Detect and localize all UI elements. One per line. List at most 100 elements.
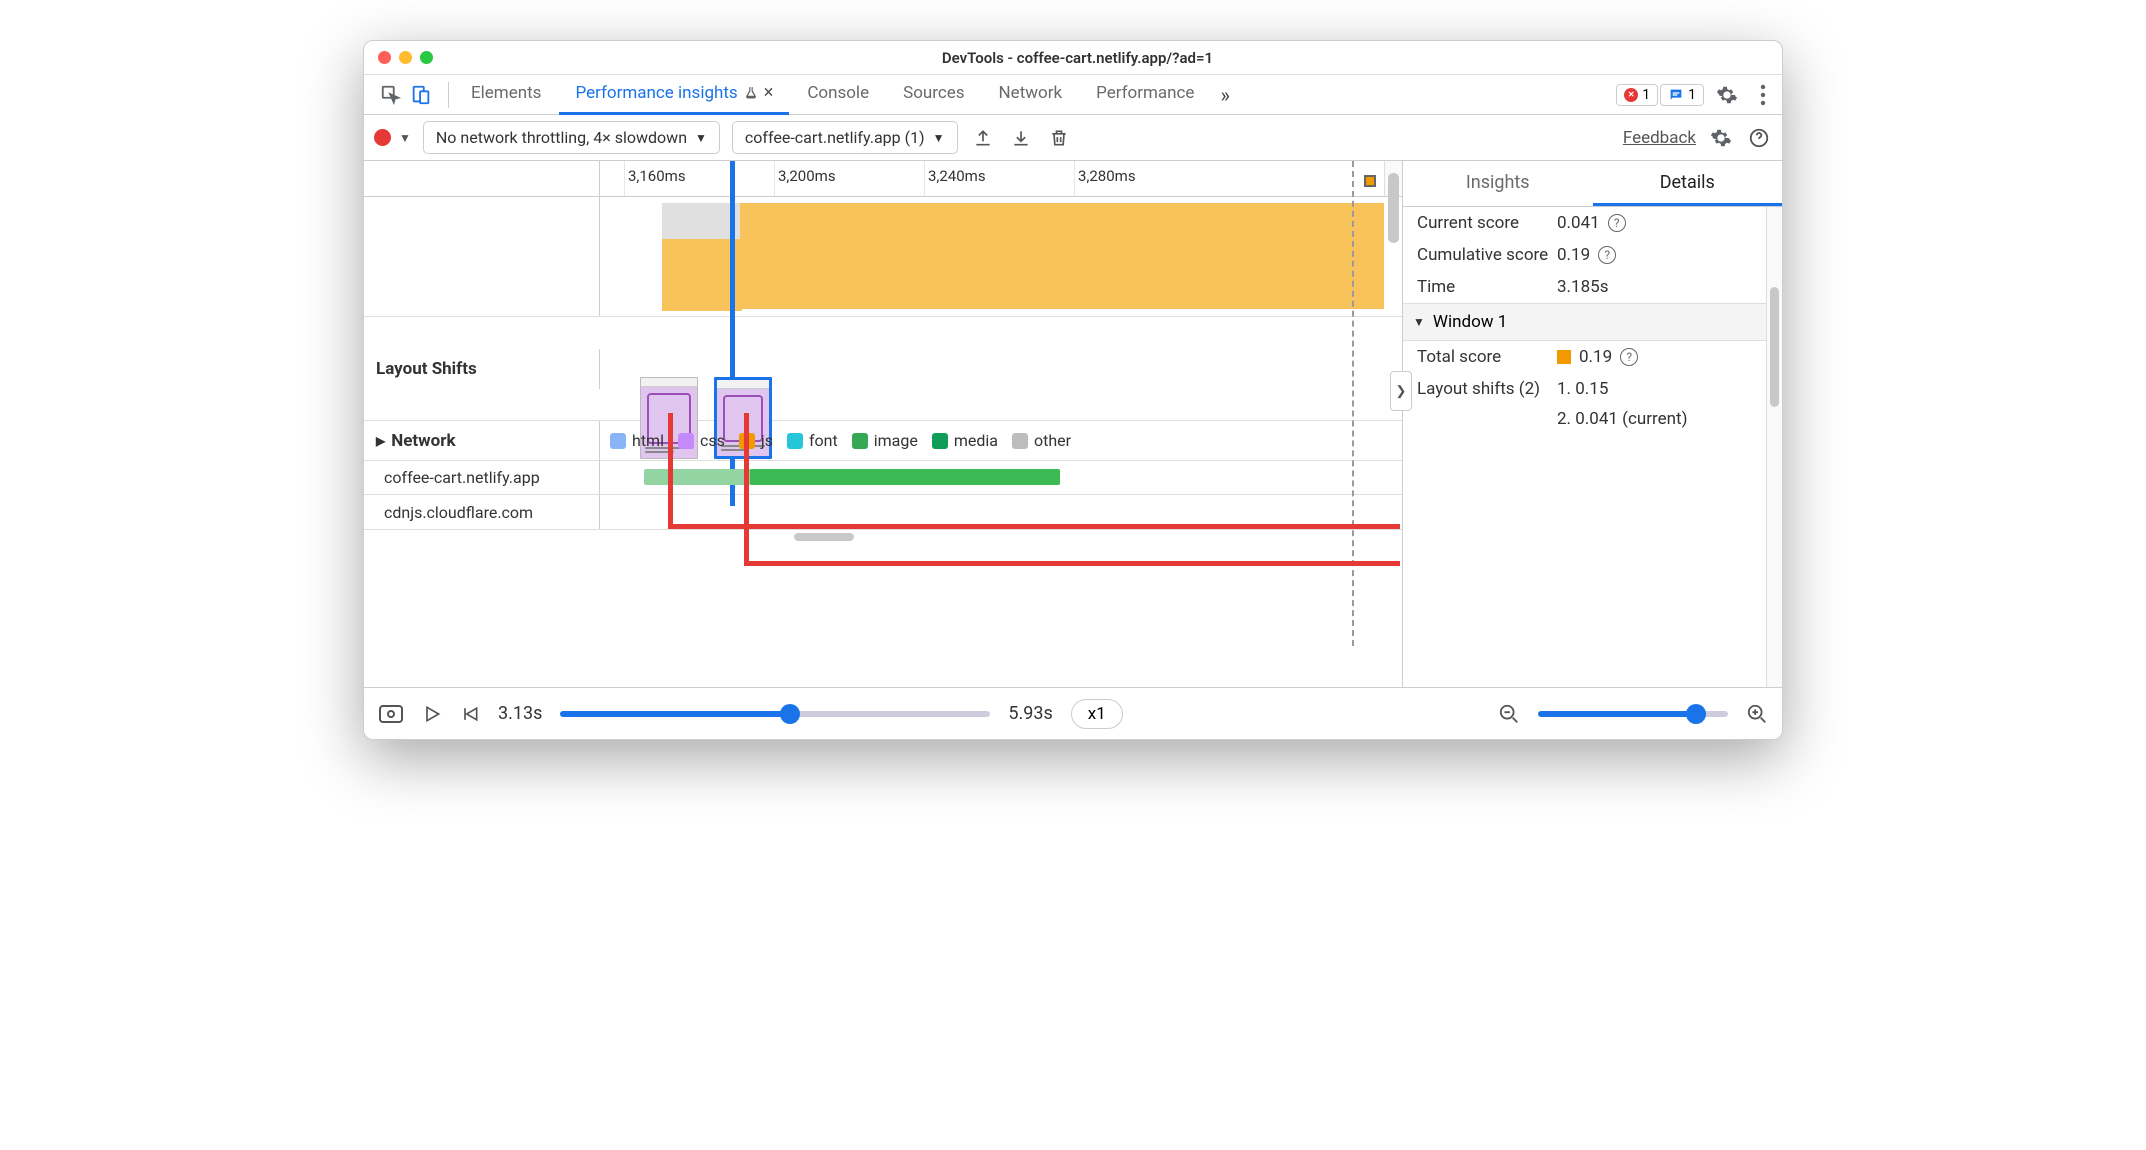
request-bar[interactable] [644,469,754,485]
timeline-pane: 3,160ms 3,200ms 3,240ms 3,280ms [364,161,1402,687]
device-toggle-icon[interactable] [408,82,434,108]
window-minimize[interactable] [399,51,412,64]
preview-icon[interactable] [378,703,404,725]
collapse-icon: ▼ [1413,315,1425,329]
zoom-slider[interactable] [1538,711,1728,717]
throttling-select[interactable]: No network throttling, 4× slowdown ▼ [423,121,720,154]
range-end-line [1352,161,1354,646]
timeline-ruler[interactable]: 3,160ms 3,200ms 3,240ms 3,280ms [364,161,1402,197]
devtools-window: DevTools - coffee-cart.netlify.app/?ad=1… [363,40,1783,740]
horizontal-scrollbar[interactable] [364,529,1402,543]
pane-toggle[interactable]: ❯ [1390,371,1412,411]
ruler-tick-label: 3,160ms [628,167,686,185]
tab-performance[interactable]: Performance [1080,75,1210,115]
tab-console-label: Console [807,73,869,113]
seek-start-button[interactable] [460,704,480,724]
tab-console[interactable]: Console [791,75,885,115]
import-icon[interactable] [1008,125,1034,151]
chevron-down-icon: ▼ [933,131,945,145]
experiment-icon [744,86,758,100]
legend-js: js [761,431,773,450]
request-bar[interactable] [750,469,1060,485]
time-end: 5.93s [1008,703,1052,724]
network-row-1: coffee-cart.netlify.app [364,461,1402,495]
legend-swatch-font [787,433,803,449]
tab-details[interactable]: Details [1593,161,1783,206]
shift-item-1[interactable]: 1. 0.15 [1557,379,1608,399]
chevron-down-icon: ▼ [695,131,707,145]
inspect-icon[interactable] [378,82,404,108]
legend-css: css [700,431,725,450]
vertical-scrollbar[interactable] [1384,161,1402,196]
export-icon[interactable] [970,125,996,151]
ruler-tick-label: 3,240ms [928,167,986,185]
legend-html: html [632,431,664,450]
recording-select[interactable]: coffee-cart.netlify.app (1) ▼ [732,121,958,154]
window-section[interactable]: ▼ Window 1 [1403,303,1782,341]
track-main [364,197,1402,317]
speed-button[interactable]: x1 [1071,699,1123,729]
devtools-tabs: Elements Performance insights × Console … [364,75,1782,115]
details-pane: ❯ Insights Details Current score 0.041? … [1402,161,1782,687]
help-icon[interactable]: ? [1620,348,1638,366]
panel-settings-icon[interactable] [1708,125,1734,151]
shifts-label: Layout shifts (2) [1417,379,1557,399]
help-icon[interactable]: ? [1608,214,1626,232]
timeline-marker[interactable] [1364,175,1376,187]
time-label: Time [1417,277,1557,297]
window-close[interactable] [378,51,391,64]
settings-icon[interactable] [1706,84,1748,106]
kebab-menu-icon[interactable] [1750,84,1776,106]
expand-icon[interactable]: ▶ [376,434,385,448]
shift-item-2[interactable]: 2. 0.041 (current) [1557,409,1688,429]
current-score-value: 0.041 [1557,213,1600,233]
layout-shifts-label: Layout Shifts [364,349,600,389]
delete-icon[interactable] [1046,125,1072,151]
playback-bar: 3.13s 5.93s x1 [364,687,1782,739]
network-track-label: Network [391,431,455,451]
tab-performance-insights[interactable]: Performance insights × [559,75,789,115]
annotation-line [744,561,1400,566]
total-score-label: Total score [1417,347,1557,367]
window-maximize[interactable] [420,51,433,64]
traffic-lights [364,51,433,64]
tab-insights[interactable]: Insights [1403,161,1593,206]
tab-elements[interactable]: Elements [455,75,557,115]
play-button[interactable] [422,704,442,724]
network-legend: html css js font image media other [600,423,1402,458]
window-label: Window 1 [1433,312,1507,332]
tab-network[interactable]: Network [983,75,1079,115]
legend-media: media [954,431,998,450]
legend-swatch-html [610,433,626,449]
more-tabs-icon[interactable]: » [1212,83,1237,107]
insights-toolbar: ▼ No network throttling, 4× slowdown ▼ c… [364,115,1782,161]
errors-badge[interactable]: 1 [1616,84,1658,106]
tab-sources-label: Sources [903,73,964,113]
throttling-label: No network throttling, 4× slowdown [436,128,687,147]
track-layout-shifts: Layout Shifts [364,317,1402,421]
close-tab-icon[interactable]: × [764,73,774,113]
tab-perf-insights-label: Performance insights [575,73,737,113]
total-score-value: 0.19 [1579,347,1612,367]
record-menu-icon[interactable]: ▼ [399,131,411,145]
tab-elements-label: Elements [471,73,541,113]
window-title: DevTools - coffee-cart.netlify.app/?ad=1 [433,49,1722,67]
legend-other: other [1034,431,1071,450]
messages-badge[interactable]: 1 [1660,84,1704,106]
time-slider[interactable] [560,711,990,717]
titlebar: DevTools - coffee-cart.netlify.app/?ad=1 [364,41,1782,75]
ruler-tick-label: 3,200ms [778,167,836,185]
tab-sources[interactable]: Sources [887,75,980,115]
current-score-label: Current score [1417,213,1557,233]
record-button[interactable] [374,129,391,146]
details-scrollbar[interactable] [1766,207,1782,687]
zoom-in-icon[interactable] [1746,703,1768,725]
host-1: coffee-cart.netlify.app [364,461,600,494]
feedback-link[interactable]: Feedback [1623,128,1696,148]
help-icon[interactable] [1746,125,1772,151]
track-network: ▶ Network html css js font image media o… [364,421,1402,461]
message-icon [1668,87,1684,103]
legend-image: image [874,431,918,450]
zoom-out-icon[interactable] [1498,703,1520,725]
help-icon[interactable]: ? [1598,246,1616,264]
